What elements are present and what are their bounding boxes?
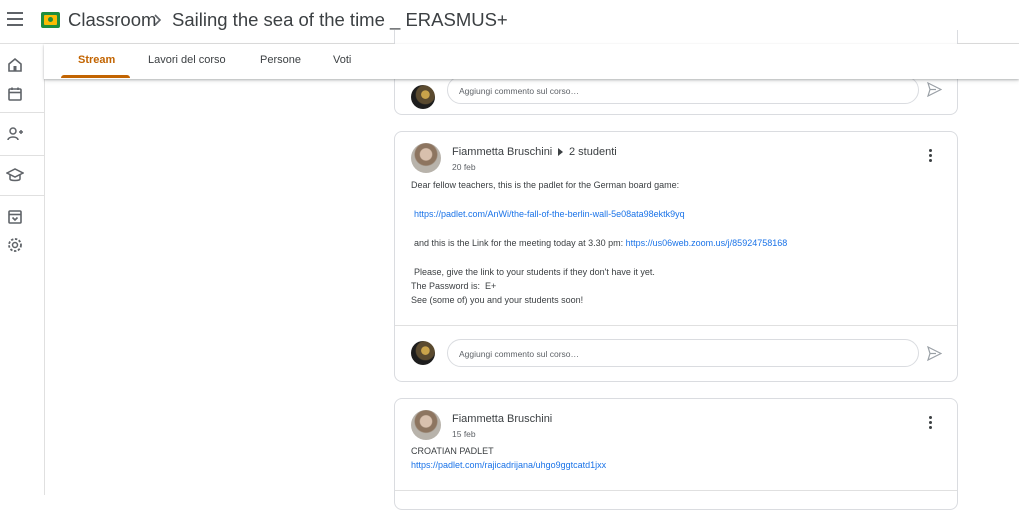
post-link[interactable]: https://padlet.com/AnWi/the-fall-of-the-…	[414, 209, 685, 219]
more-options-icon[interactable]	[926, 149, 934, 165]
archive-icon[interactable]	[6, 208, 24, 226]
post-author[interactable]: Fiammetta Bruschini	[452, 146, 552, 158]
post-date: 15 feb	[452, 429, 476, 439]
avatar	[411, 410, 441, 440]
divider	[395, 490, 957, 491]
post-audience[interactable]: 2 studenti	[569, 146, 617, 158]
tab-lavori-del-corso[interactable]: Lavori del corso	[148, 54, 226, 66]
classroom-logo[interactable]	[41, 12, 60, 28]
home-icon[interactable]	[6, 56, 24, 74]
post-text-line: See (some of) you and your students soon…	[411, 295, 584, 305]
people-icon[interactable]	[6, 125, 24, 143]
post-card: Fiammetta Bruschini 2 studenti 20 feb De…	[394, 131, 958, 382]
post-link[interactable]: https://us06web.zoom.us/j/85924758168	[626, 238, 788, 248]
avatar	[411, 85, 435, 109]
more-options-icon[interactable]	[926, 416, 934, 432]
post-text-segment: and this is the Link for the meeting tod…	[414, 238, 626, 248]
sidebar-divider	[0, 155, 44, 156]
comment-input[interactable]: Aggiungi commento sul corso…	[447, 339, 919, 367]
chevron-right-icon	[154, 14, 162, 26]
sidebar-divider	[0, 195, 44, 196]
post-text-line: CROATIAN PADLET	[411, 446, 494, 456]
school-icon[interactable]	[6, 166, 24, 184]
tab-stream[interactable]: Stream	[78, 54, 115, 66]
post-card: Fiammetta Bruschini 15 feb CROATIAN PADL…	[394, 398, 958, 510]
post-author[interactable]: Fiammetta Bruschini	[452, 413, 552, 425]
post-text-line: Please, give the link to your students i…	[414, 267, 655, 277]
post-date: 20 feb	[452, 162, 476, 172]
main-menu-icon[interactable]	[7, 12, 23, 26]
avatar	[411, 341, 435, 365]
settings-icon[interactable]	[6, 236, 24, 254]
sidebar	[0, 44, 45, 495]
calendar-icon[interactable]	[6, 85, 24, 103]
post-text-line: Dear fellow teachers, this is the padlet…	[411, 180, 680, 190]
post-text-line: The Password is: E+	[411, 281, 497, 291]
avatar	[411, 143, 441, 173]
send-icon[interactable]	[927, 82, 942, 97]
post-text-line: and this is the Link for the meeting tod…	[414, 238, 787, 248]
post-link[interactable]: https://padlet.com/rajicadrijana/uhgo9gg…	[411, 460, 606, 470]
comment-row: Aggiungi commento sul corso…	[395, 326, 957, 381]
comment-input[interactable]: Aggiungi commento sul corso…	[447, 76, 919, 104]
send-icon[interactable]	[927, 346, 942, 361]
tab-persone[interactable]: Persone	[260, 54, 301, 66]
tab-voti[interactable]: Voti	[333, 54, 351, 66]
sidebar-divider	[0, 112, 44, 113]
course-tab-bar: Stream Lavori del corso Persone Voti	[44, 44, 1019, 79]
app-title[interactable]: Classroom	[68, 9, 156, 31]
arrow-right-icon	[558, 148, 563, 156]
course-title[interactable]: Sailing the sea of the time _ ERASMUS+	[172, 9, 508, 31]
active-tab-indicator	[61, 75, 130, 78]
